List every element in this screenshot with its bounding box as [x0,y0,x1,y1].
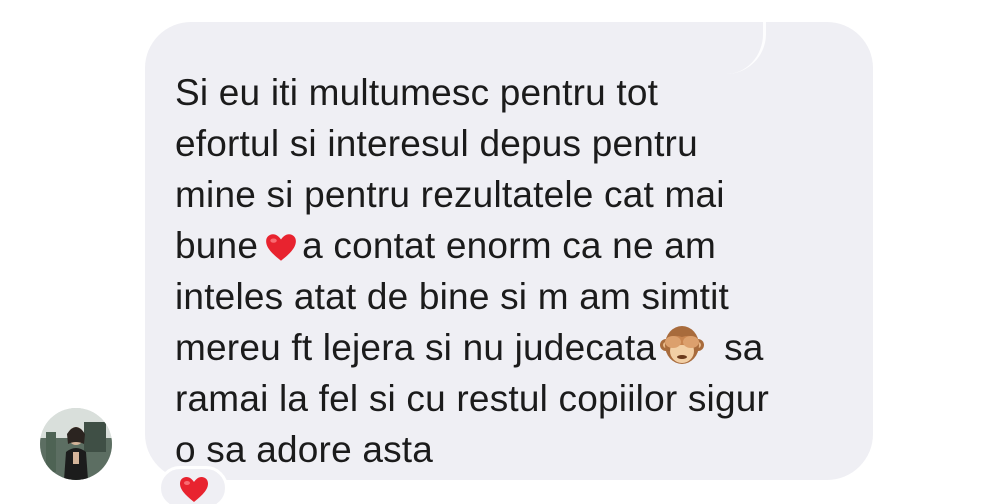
red-heart-icon [180,477,208,502]
message-fragment: sa [724,327,764,368]
message-line: efortul si interesul depus pentru [175,123,698,164]
message-line: mereu ft lejera si nu judecata sa [175,322,853,373]
message-bubble[interactable]: Si eu iti multumesc pentru tot efortul s… [145,14,873,480]
message-text: Si eu iti multumesc pentru tot efortul s… [175,67,853,475]
message-fragment: a contat enorm ca ne am [302,225,717,266]
message-fragment: mereu ft lejera si nu judecata [175,327,657,368]
red-heart-icon [264,227,298,261]
message-line: bune a contat enorm ca ne am [175,220,853,271]
message-line: ramai la fel si cu restul copiilor sigur [175,378,770,419]
avatar[interactable] [40,408,112,480]
screen-glare [723,14,766,74]
reaction-badge[interactable] [158,466,228,504]
message-line: o sa adore asta [175,429,434,470]
profile-photo [40,408,112,480]
message-line: inteles atat de bine si m am simtit [175,276,729,317]
see-no-evil-monkey-icon [658,321,706,369]
chat-thread: Si eu iti multumesc pentru tot efortul s… [0,0,1000,504]
message-line: Si eu iti multumesc pentru tot [175,72,659,113]
message-fragment: bune [175,225,259,266]
message-line: mine si pentru rezultatele cat mai [175,174,725,215]
